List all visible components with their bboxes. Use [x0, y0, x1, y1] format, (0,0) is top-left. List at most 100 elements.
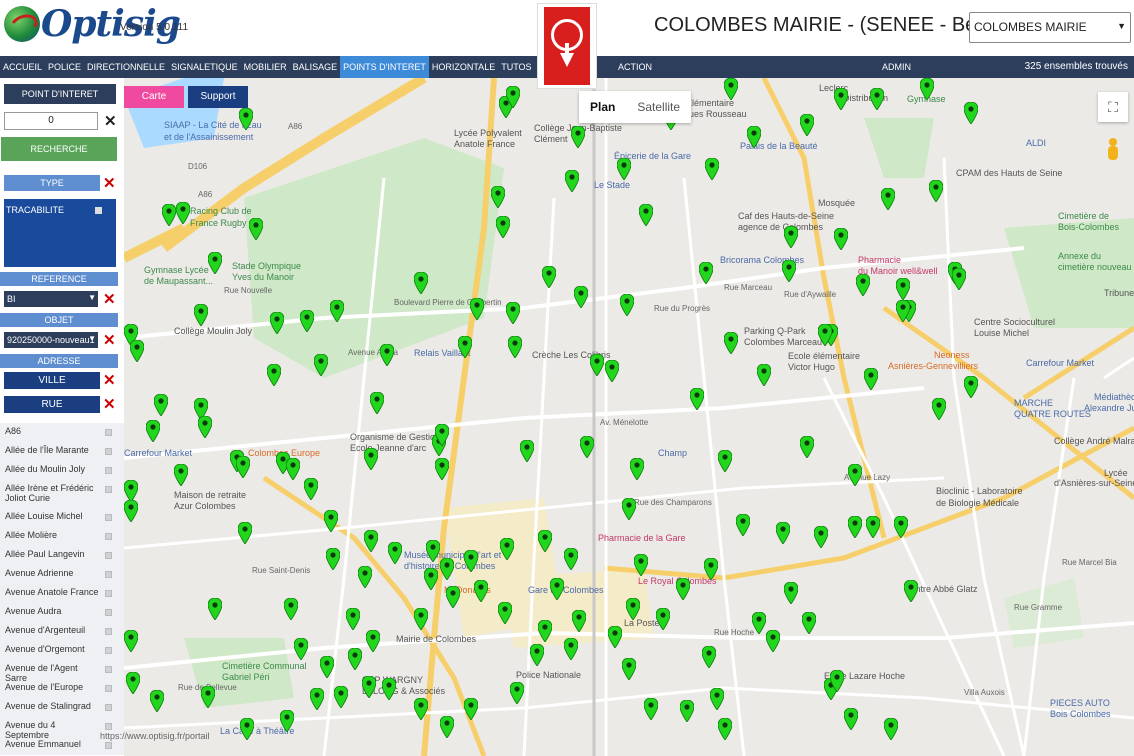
map-poi-label[interactable]: Police Nationale — [516, 670, 581, 680]
map-pin-icon[interactable] — [506, 302, 520, 324]
map-pin-icon[interactable] — [724, 332, 738, 354]
street-list-item[interactable]: Allée de l'Île Marante — [0, 442, 124, 461]
map-pin-icon[interactable] — [162, 204, 176, 226]
map-poi-label[interactable]: cimetière nouveau — [1058, 262, 1132, 272]
map-pin-icon[interactable] — [866, 516, 880, 538]
map-pin-icon[interactable] — [710, 688, 724, 710]
street-list-item[interactable]: Avenue d'Orgemont — [0, 641, 124, 660]
type-listbox[interactable]: TRACABILITE — [4, 199, 116, 267]
street-checkbox[interactable] — [105, 514, 112, 521]
search-input[interactable]: 0 — [4, 112, 98, 130]
map-pin-icon[interactable] — [236, 456, 250, 478]
map-pin-icon[interactable] — [510, 682, 524, 704]
map-poi-label[interactable]: Carrefour Market — [124, 448, 192, 458]
nav-item[interactable]: POLICE — [45, 56, 84, 78]
nav-item[interactable]: HORIZONTALE — [429, 56, 498, 78]
map-poi-label[interactable]: Lycée — [1104, 468, 1128, 478]
map-pin-icon[interactable] — [310, 688, 324, 710]
map-pin-icon[interactable] — [680, 700, 694, 722]
map-poi-label[interactable]: Collège Moulin Joly — [174, 326, 252, 336]
map-poi-label[interactable]: Bioclinic - Laboratoire — [936, 486, 1023, 496]
map-pin-icon[interactable] — [690, 388, 704, 410]
street-checkbox[interactable] — [105, 723, 112, 730]
map-poi-label[interactable]: Yves du Manoir — [232, 272, 294, 282]
street-checkbox[interactable] — [105, 685, 112, 692]
map-pin-icon[interactable] — [176, 202, 190, 224]
map[interactable]: Carte Support Plan Satellite ⛶ SIAAP - L… — [124, 78, 1134, 756]
map-pin-icon[interactable] — [380, 344, 394, 366]
map-pin-icon[interactable] — [776, 522, 790, 544]
map-poi-label[interactable]: Annexe du — [1058, 251, 1101, 261]
map-pin-icon[interactable] — [718, 718, 732, 740]
map-pin-icon[interactable] — [124, 480, 138, 502]
nav-item[interactable]: SIGNALETIQUE — [168, 56, 241, 78]
street-list-item[interactable]: Avenue d'Argenteuil — [0, 622, 124, 641]
fullscreen-icon[interactable]: ⛶ — [1098, 92, 1128, 122]
type-checkbox[interactable] — [95, 207, 102, 214]
map-poi-label[interactable]: Victor Hugo — [788, 362, 835, 372]
map-pin-icon[interactable] — [238, 522, 252, 544]
map-poi-label[interactable]: Gabriel Péri — [222, 672, 270, 682]
map-pin-icon[interactable] — [622, 658, 636, 680]
map-pin-icon[interactable] — [929, 180, 943, 202]
map-poi-label[interactable]: France Rugby — [190, 218, 247, 228]
map-pin-icon[interactable] — [520, 440, 534, 462]
map-pin-icon[interactable] — [491, 186, 505, 208]
map-poi-label[interactable]: PIECES AUTO — [1050, 698, 1110, 708]
clear-search-icon[interactable]: ✕ — [104, 114, 117, 129]
map-pin-icon[interactable] — [704, 558, 718, 580]
map-poi-label[interactable]: Mosquée — [818, 198, 855, 208]
map-pin-icon[interactable] — [784, 226, 798, 248]
rue-button[interactable]: RUE — [4, 396, 100, 413]
map-pin-icon[interactable] — [571, 126, 585, 148]
map-pin-icon[interactable] — [414, 698, 428, 720]
map-pin-icon[interactable] — [364, 530, 378, 552]
street-list-item[interactable]: Avenue Anatole France — [0, 584, 124, 603]
client-select[interactable]: COLOMBES MAIRIE ▼ — [969, 12, 1131, 43]
map-poi-label[interactable]: Collège André Malraux — [1054, 436, 1134, 446]
map-pin-icon[interactable] — [617, 158, 631, 180]
map-pin-icon[interactable] — [676, 578, 690, 600]
map-pin-icon[interactable] — [920, 78, 934, 100]
street-list-item[interactable]: Allée Paul Langevin — [0, 546, 124, 565]
map-poi-label[interactable]: ALDI — [1026, 138, 1046, 148]
map-pin-icon[interactable] — [608, 626, 622, 648]
map-pin-icon[interactable] — [757, 364, 771, 386]
map-pin-icon[interactable] — [932, 398, 946, 420]
map-pin-icon[interactable] — [208, 252, 222, 274]
map-poi-label[interactable]: Clément — [534, 134, 568, 144]
map-pin-icon[interactable] — [424, 568, 438, 590]
map-pin-icon[interactable] — [590, 354, 604, 376]
nav-item[interactable]: MOBILIER — [241, 56, 290, 78]
map-pin-icon[interactable] — [270, 312, 284, 334]
map-pin-icon[interactable] — [622, 498, 636, 520]
map-pin-icon[interactable] — [538, 620, 552, 642]
map-pin-icon[interactable] — [324, 510, 338, 532]
map-pin-icon[interactable] — [370, 392, 384, 414]
map-poi-label[interactable]: Gare de Colombes — [528, 585, 604, 595]
map-pin-icon[interactable] — [496, 216, 510, 238]
map-poi-label[interactable]: Alexandre Ju — [1084, 403, 1134, 413]
map-pin-icon[interactable] — [550, 578, 564, 600]
street-list-item[interactable]: Allée Molière — [0, 527, 124, 546]
street-checkbox[interactable] — [105, 628, 112, 635]
map-pin-icon[interactable] — [464, 550, 478, 572]
map-pin-icon[interactable] — [724, 78, 738, 100]
map-pin-icon[interactable] — [896, 278, 910, 300]
map-pin-icon[interactable] — [440, 716, 454, 738]
street-checkbox[interactable] — [105, 590, 112, 597]
map-pin-icon[interactable] — [634, 554, 648, 576]
map-pin-icon[interactable] — [964, 376, 978, 398]
pegman-icon[interactable] — [1106, 138, 1120, 164]
map-pin-icon[interactable] — [626, 598, 640, 620]
map-pin-icon[interactable] — [870, 88, 884, 110]
map-pin-icon[interactable] — [904, 580, 918, 602]
street-checkbox[interactable] — [105, 647, 112, 654]
map-poi-label[interactable]: Champ — [658, 448, 687, 458]
map-pin-icon[interactable] — [464, 698, 478, 720]
street-list-item[interactable]: Allée Irène et Frédéric Joliot Curie — [0, 480, 124, 508]
map-pin-icon[interactable] — [572, 610, 586, 632]
map-pin-icon[interactable] — [249, 218, 263, 240]
map-poi-label[interactable]: Mairie de Colombes — [396, 634, 476, 644]
map-pin-icon[interactable] — [952, 268, 966, 290]
